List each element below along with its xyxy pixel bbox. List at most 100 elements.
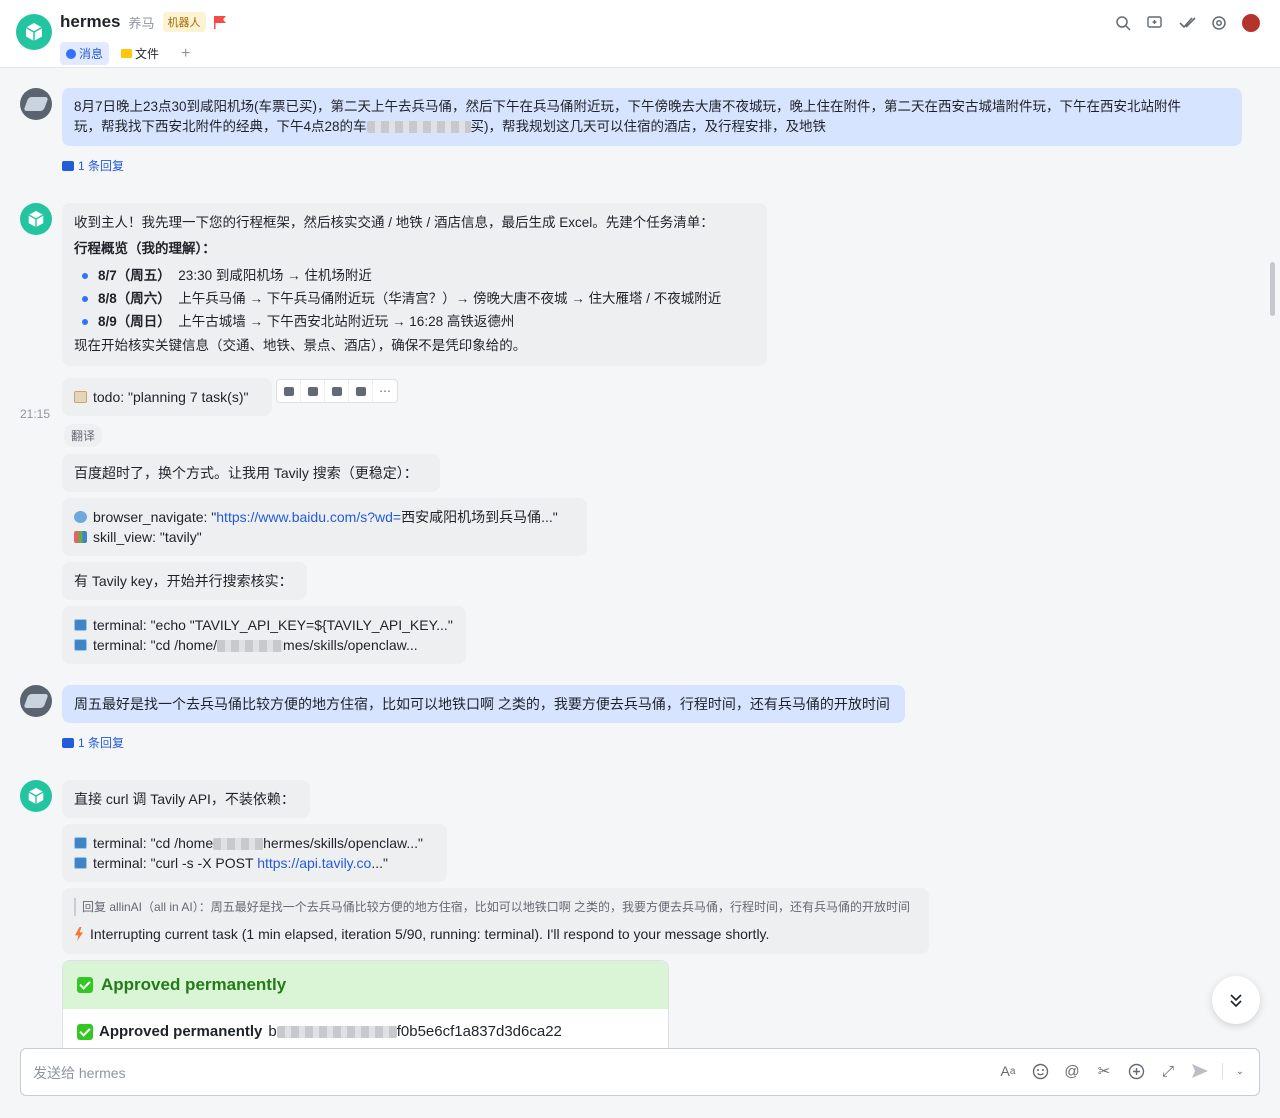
bot-avatar[interactable]	[20, 203, 52, 235]
bot-tag: 机器人	[162, 12, 206, 32]
reply-icon	[62, 737, 74, 748]
redacted-blur	[366, 121, 471, 134]
tool-call-text: terminal: "cd /home	[93, 835, 214, 851]
screenshot-icon[interactable]: ✂	[1094, 1061, 1114, 1081]
tab-messages[interactable]: 消息	[60, 42, 110, 65]
tasks-icon[interactable]	[1178, 14, 1196, 32]
pin-icon[interactable]	[349, 380, 373, 402]
plan-text: 23:30 到咸阳机场 → 住机场附近	[178, 268, 372, 283]
bot-avatar[interactable]	[16, 14, 52, 50]
redacted-blur	[217, 640, 284, 653]
tool-call-text: ..."	[371, 855, 388, 871]
message-input[interactable]	[33, 1061, 933, 1085]
reply-thread-link[interactable]: 1 条回复	[62, 734, 124, 751]
check-icon	[77, 1023, 93, 1040]
lightning-icon	[75, 927, 83, 941]
user-avatar[interactable]	[20, 685, 52, 717]
message-text: Interrupting current task (1 min elapsed…	[90, 926, 770, 942]
message-action-bar: ⋯	[276, 379, 398, 403]
scroll-to-bottom-button[interactable]	[1212, 976, 1260, 1024]
chevron-down-icon[interactable]: ⌄	[1235, 1061, 1245, 1081]
bot-message[interactable]: 直接 curl 调 Tavily API，不装依赖：	[62, 780, 310, 818]
bot-message[interactable]: 回复 allinAI（all in AI）：周五最好是找一个去兵马俑比较方便的地…	[62, 888, 929, 954]
folder-icon	[121, 49, 133, 58]
message-text-part: 玩，帮我找下西安北附件的经典，下午4点28的车	[74, 119, 367, 134]
bot-message[interactable]: 百度超时了，换个方式。让我用 Tavily 搜索（更稳定）：	[62, 454, 440, 492]
bot-avatar[interactable]	[20, 780, 52, 812]
url-link[interactable]: https://api.tavily.co	[257, 855, 371, 871]
forward-icon[interactable]	[325, 380, 349, 402]
reply-count: 1 条回复	[78, 736, 125, 750]
card-code-part: f0b5e6cf1a837d3d6ca22	[396, 1023, 562, 1040]
tool-call-text: terminal: "cd /home/	[93, 637, 218, 653]
message-list[interactable]: 8月7日晚上23点30到咸阳机场(车票已买)，第二天上午去兵马俑，然后下午在兵马…	[0, 68, 1266, 1048]
tool-call-text: terminal: "curl -s -X POST	[93, 855, 258, 871]
text-format-icon[interactable]: Aa	[998, 1061, 1018, 1081]
send-icon[interactable]	[1190, 1061, 1210, 1081]
tool-call-text: hermes/skills/openclaw..."	[263, 835, 423, 851]
scrollbar-thumb[interactable]	[1270, 262, 1275, 316]
tool-call-text: todo: "planning 7 task(s)"	[93, 389, 249, 405]
user-avatar[interactable]	[20, 88, 52, 120]
user-avatar-icon[interactable]	[1242, 14, 1260, 32]
terminal-icon	[74, 639, 87, 651]
terminal-icon	[74, 619, 87, 631]
tool-call-line: terminal: "cd /home hermes/skills/opencla…	[93, 833, 423, 853]
tool-call-text: mes/skills/openclaw...	[283, 637, 418, 653]
bot-message[interactable]: 有 Tavily key，开始并行搜索核实：	[62, 562, 307, 600]
tool-call-text: browser_navigate: "	[93, 509, 217, 525]
plan-day: 8/9（周日）	[98, 314, 171, 329]
plan-item: 8/8（周六） 上午兵马俑 → 下午兵马俑附近玩（华清宫？）→ 傍晚大唐不夜城 …	[78, 287, 755, 310]
approval-card[interactable]: Approved permanently Approved permanentl…	[62, 960, 669, 1048]
tool-message[interactable]: todo: "planning 7 task(s)"	[62, 378, 272, 416]
double-chevron-down-icon	[1230, 994, 1242, 1008]
message-text-line: 玩，帮我找下西安北附件的经典，下午4点28的车 买)，帮我规划这几天可以住宿的酒店…	[74, 117, 1230, 137]
add-icon[interactable]	[1126, 1061, 1146, 1081]
tool-message[interactable]: terminal: "echo "TAVILY_API_KEY=${TAVILY…	[62, 606, 466, 664]
emoji-icon[interactable]	[1030, 1061, 1050, 1081]
add-member-icon[interactable]	[1146, 14, 1164, 32]
plan-text: 上午兵马俑 → 下午兵马俑附近玩（华清宫？）→ 傍晚大唐不夜城 → 住大雁塔 /…	[178, 291, 722, 306]
tab-files-label: 文件	[135, 47, 160, 61]
tool-call-text: 西安咸阳机场到兵马俑..."	[401, 509, 558, 525]
cube-icon	[25, 23, 43, 41]
translate-button[interactable]: 翻译	[64, 424, 103, 447]
message-composer: Aa @ ✂ ⤢ ⌄	[20, 1048, 1260, 1096]
card-code-part: b	[268, 1023, 277, 1040]
globe-icon	[74, 511, 87, 523]
terminal-icon	[74, 857, 87, 869]
cube-icon	[28, 210, 44, 228]
check-icon	[77, 977, 93, 993]
plan-text: 上午古城墙 → 下午西安北站附近玩 → 16:28 高铁返德州	[178, 314, 515, 329]
thumbs-up-icon[interactable]	[277, 380, 301, 402]
user-message[interactable]: 周五最好是找一个去兵马俑比较方便的地方住宿，比如可以地铁口啊 之类的，我要方便去…	[62, 685, 905, 723]
user-message[interactable]: 8月7日晚上23点30到咸阳机场(车票已买)，第二天上午去兵马俑，然后下午在兵马…	[62, 88, 1242, 146]
message-text-part: 买)，帮我规划这几天可以住宿的酒店，及行程安排，及地铁	[470, 119, 827, 134]
reply-thread-link[interactable]: 1 条回复	[62, 157, 124, 174]
expand-icon[interactable]: ⤢	[1158, 1061, 1178, 1081]
cube-icon	[28, 787, 44, 805]
clipboard-icon	[74, 391, 87, 403]
quoted-reply[interactable]: 回复 allinAI（all in AI）：周五最好是找一个去兵马俑比较方便的地…	[74, 898, 917, 916]
url-link[interactable]: https://www.baidu.com/s?wd=	[216, 509, 401, 525]
chat-title: hermes	[60, 12, 121, 31]
bot-message[interactable]: 收到主人！我先理一下您的行程框架，然后核实交通 / 地铁 / 酒店信息，最后生成…	[62, 203, 767, 366]
card-text: Approved permanently	[99, 1023, 263, 1040]
message-intro: 收到主人！我先理一下您的行程框架，然后核实交通 / 地铁 / 酒店信息，最后生成…	[74, 215, 714, 230]
plan-day: 8/8（周六）	[98, 291, 171, 306]
mention-icon[interactable]: @	[1062, 1061, 1082, 1081]
reply-action-icon[interactable]	[301, 380, 325, 402]
plan-list: 8/7（周五） 23:30 到咸阳机场 → 住机场附近 8/8（周六） 上午兵马…	[78, 264, 755, 333]
plan-heading: 行程概览（我的理解）：	[74, 241, 216, 256]
tab-messages-label: 消息	[79, 47, 104, 61]
books-icon	[74, 531, 87, 543]
tool-message[interactable]: browser_navigate: "https://www.baidu.com…	[62, 498, 587, 556]
tool-message[interactable]: terminal: "cd /home hermes/skills/opencla…	[62, 824, 447, 882]
settings-icon[interactable]	[1210, 14, 1228, 32]
tab-files[interactable]: 文件	[115, 42, 165, 65]
more-icon[interactable]: ⋯	[373, 380, 397, 402]
add-tab-button[interactable]: +	[181, 45, 190, 63]
search-icon[interactable]	[1114, 14, 1132, 32]
card-title: Approved permanently	[101, 975, 287, 994]
flag-icon[interactable]	[213, 15, 226, 29]
